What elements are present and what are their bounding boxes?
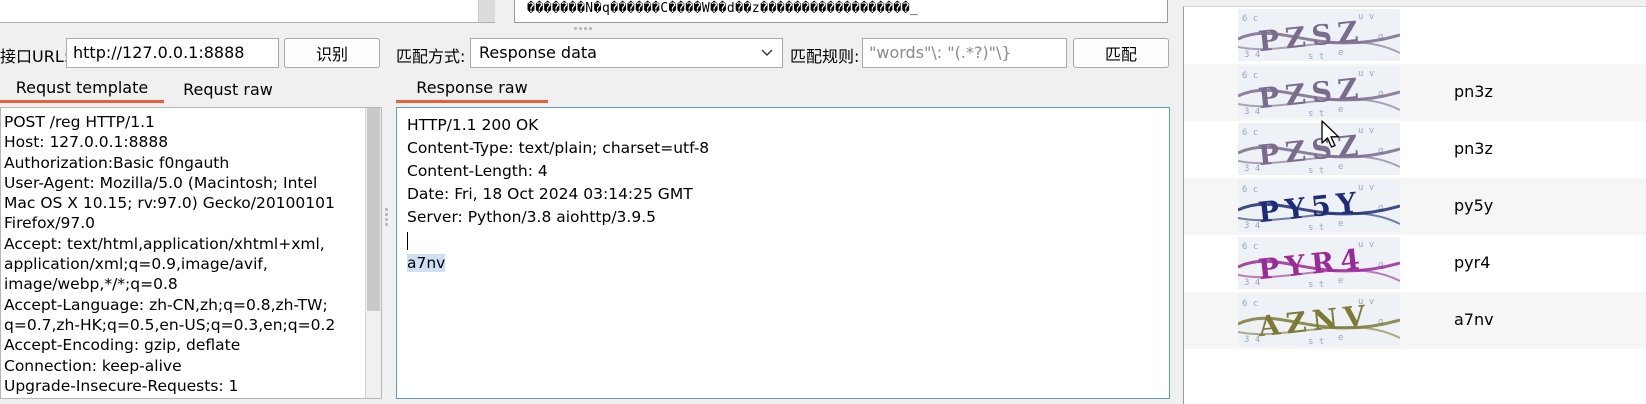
request-template-editor[interactable]: POST /reg HTTP/1.1 Host: 127.0.0.1:8888 Au… xyxy=(0,107,382,399)
captcha-image: 6 cu vq3 4s t e PYR4 xyxy=(1238,237,1400,289)
match-button[interactable]: 匹配 xyxy=(1073,38,1169,68)
tab-response-raw[interactable]: Response raw xyxy=(396,75,548,103)
identify-button[interactable]: 识别 xyxy=(284,38,380,68)
request-line: Connection: keep-alive xyxy=(4,356,182,375)
chevron-down-icon xyxy=(760,45,774,63)
table-row[interactable]: 6 cu vq3 4s t e PZSZ pn3z xyxy=(1184,121,1646,178)
request-scrollbar-thumb[interactable] xyxy=(367,108,380,311)
tab-request-template[interactable]: Requst template xyxy=(0,75,164,103)
captcha-image: 6 cu vq3 4s t e PY5Y xyxy=(1238,180,1400,232)
response-line: Content-Length: 4 xyxy=(407,162,548,180)
recognition-result: pn3z xyxy=(1454,139,1493,158)
svg-text:3 4: 3 4 xyxy=(1244,164,1260,174)
recognition-result: pyr4 xyxy=(1454,253,1491,272)
response-line: Content-Type: text/plain; charset=utf-8 xyxy=(407,139,710,157)
svg-text:s t: s t xyxy=(1308,109,1324,118)
table-row[interactable]: 6 cu vq3 4s t e PZSZ xyxy=(1184,7,1646,64)
match-mode-value: Response data xyxy=(479,43,597,62)
captcha-image: 6 cu vq3 4s t e PZSZ xyxy=(1238,123,1400,175)
captcha-glyphs: PZSZ xyxy=(1257,128,1366,172)
svg-text:3 4: 3 4 xyxy=(1244,107,1260,117)
captcha-image: 6 cu vq3 4s t e PZSZ xyxy=(1238,66,1400,118)
captcha-glyphs: PZSZ xyxy=(1257,71,1366,115)
captcha-glyphs: PYR4 xyxy=(1257,242,1368,286)
svg-text:s t: s t xyxy=(1308,280,1324,289)
svg-text:s t: s t xyxy=(1308,166,1324,175)
svg-text:s t: s t xyxy=(1308,223,1324,232)
response-line: Date: Fri, 18 Oct 2024 03:14:25 GMT xyxy=(407,185,693,203)
url-input[interactable]: http://127.0.0.1:8888 xyxy=(66,38,279,68)
url-label: 接口URL: xyxy=(0,47,70,66)
svg-text:s t: s t xyxy=(1308,52,1324,61)
previous-output-scrollbar[interactable] xyxy=(478,0,495,22)
svg-text:6 c: 6 c xyxy=(1242,242,1258,252)
recognition-result: pn3z xyxy=(1454,82,1493,101)
response-line: Server: Python/3.8 aiohttp/3.9.5 xyxy=(407,208,656,226)
svg-text:s t: s t xyxy=(1308,337,1324,346)
encoded-output-text: �������N�q������C����W��d��z������������… xyxy=(527,1,919,16)
match-mode-label: 匹配方式: xyxy=(396,47,466,66)
request-line: Firefox/97.0 xyxy=(4,214,96,233)
response-line: HTTP/1.1 200 OK xyxy=(407,116,539,134)
request-line: Host: 127.0.0.1:8888 xyxy=(4,133,169,152)
recognition-result: py5y xyxy=(1454,196,1494,215)
request-line: Accept-Encoding: gzip, deflate xyxy=(4,336,241,355)
captcha-glyphs: PY5Y xyxy=(1257,185,1364,229)
request-scrollbar[interactable] xyxy=(365,108,381,398)
table-row[interactable]: 6 cu vq3 4s t e PY5Y py5y xyxy=(1184,178,1646,235)
svg-text:3 4: 3 4 xyxy=(1244,335,1260,345)
svg-text:3 4: 3 4 xyxy=(1244,221,1260,231)
horizontal-splitter-grip[interactable] xyxy=(574,27,594,33)
svg-text:6 c: 6 c xyxy=(1242,71,1258,81)
request-line: q=0.7,zh-HK;q=0.5,en-US;q=0.3,en;q=0.2 xyxy=(4,315,336,334)
request-line: Authorization:Basic f0ngauth xyxy=(4,153,230,172)
previous-output-box[interactable] xyxy=(0,0,495,23)
encoded-output-box[interactable]: �������N�q������C����W��d��z������������… xyxy=(514,0,1168,23)
svg-text:6 c: 6 c xyxy=(1242,14,1258,24)
svg-text:6 c: 6 c xyxy=(1242,185,1258,195)
table-row[interactable]: 6 cu vq3 4s t e PYR4 pyr4 xyxy=(1184,235,1646,292)
tab-request-raw[interactable]: Requst raw xyxy=(168,75,288,103)
request-line: User-Agent: Mozilla/5.0 (Macintosh; Inte… xyxy=(4,173,318,192)
request-line: POST /reg HTTP/1.1 xyxy=(4,113,155,131)
request-line: Accept-Language: zh-CN,zh;q=0.8,zh-TW; xyxy=(4,295,328,314)
text-caret xyxy=(407,231,408,250)
svg-text:6 c: 6 c xyxy=(1242,128,1258,138)
match-rule-input[interactable]: "words"\: "(.*?)"\} xyxy=(862,38,1067,68)
svg-text:3 4: 3 4 xyxy=(1244,278,1260,288)
recognition-result: a7nv xyxy=(1454,310,1494,329)
request-line: image/webp,*/*;q=0.8 xyxy=(4,275,178,294)
svg-text:6 c: 6 c xyxy=(1242,299,1258,309)
request-line: application/xml;q=0.9,image/avif, xyxy=(4,255,268,274)
response-raw-viewer[interactable]: HTTP/1.1 200 OK Content-Type: text/plain;… xyxy=(396,107,1170,399)
match-rule-label: 匹配规则: xyxy=(790,47,860,66)
mouse-pointer-icon xyxy=(1320,119,1342,153)
table-row[interactable]: 6 cu vq3 4s t e AZNV a7nv xyxy=(1184,292,1646,349)
captcha-image: 6 cu vq3 4s t e AZNV xyxy=(1238,294,1400,346)
request-lines: POST /reg HTTP/1.1 Host: 127.0.0.1:8888 Au… xyxy=(4,112,378,396)
svg-text:3 4: 3 4 xyxy=(1244,50,1260,60)
request-line: Mac OS X 10.15; rv:97.0) Gecko/20100101 xyxy=(4,194,335,213)
captcha-results-table: 6 cu vq3 4s t e PZSZ 6 cu vq3 4s t e PZSZ pn3z… xyxy=(1183,6,1646,404)
response-lines: HTTP/1.1 200 OK Content-Type: text/plain;… xyxy=(407,114,1159,252)
captcha-glyphs: AZNV xyxy=(1256,298,1373,343)
response-line xyxy=(407,229,1159,252)
selected-response-body[interactable]: a7nv xyxy=(407,254,446,272)
captcha-image: 6 cu vq3 4s t e PZSZ xyxy=(1238,9,1400,61)
match-mode-select[interactable]: Response data xyxy=(470,38,783,68)
captcha-glyphs: PZSZ xyxy=(1257,14,1366,58)
vertical-splitter-grip[interactable] xyxy=(385,208,391,228)
request-line: Accept: text/html,application/xhtml+xml, xyxy=(4,234,325,253)
table-row[interactable]: 6 cu vq3 4s t e PZSZ pn3z xyxy=(1184,64,1646,121)
request-line: Upgrade-Insecure-Requests: 1 xyxy=(4,376,239,395)
